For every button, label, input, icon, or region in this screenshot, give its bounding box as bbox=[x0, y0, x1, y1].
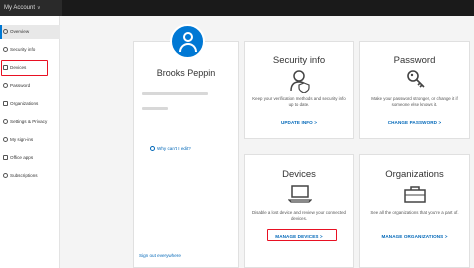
security-info-description: Keep your verification methods and secur… bbox=[252, 96, 346, 107]
key-icon bbox=[3, 173, 8, 178]
sidebar-item-password[interactable]: Password bbox=[0, 79, 60, 93]
sidebar-item-security-info[interactable]: Security info bbox=[0, 43, 60, 57]
why-link-label: Why can't I edit? bbox=[157, 146, 191, 151]
password-card: Password Make your password stronger, or… bbox=[359, 41, 470, 139]
sidebar-item-label: Devices bbox=[10, 65, 27, 70]
organizations-title: Organizations bbox=[385, 169, 444, 180]
manage-devices-label: MANAGE DEVICES bbox=[275, 234, 319, 239]
organizations-description: See all the organizations that you're a … bbox=[370, 210, 459, 215]
security-icon bbox=[3, 47, 8, 52]
manage-organizations-label: MANAGE ORGANIZATIONS bbox=[381, 234, 444, 239]
devices-title: Devices bbox=[282, 169, 316, 180]
organizations-card: Organizations See all the organizations … bbox=[359, 154, 470, 268]
chevron-right-icon: > bbox=[444, 234, 448, 239]
redacted-phone bbox=[142, 107, 168, 110]
person-icon bbox=[3, 29, 8, 34]
sidebar-item-subscriptions[interactable]: Subscriptions bbox=[0, 169, 60, 183]
sidebar-item-label: My sign-ins bbox=[10, 137, 34, 142]
devices-description: Disable a lost device and review your co… bbox=[252, 210, 346, 221]
laptop-icon bbox=[3, 65, 8, 70]
sidebar-item-label: Office apps bbox=[10, 155, 34, 160]
security-info-icon bbox=[290, 70, 310, 93]
app-title: My Account bbox=[4, 5, 36, 11]
devices-card: Devices Disable a lost device and review… bbox=[244, 154, 354, 268]
security-info-title: Security info bbox=[272, 55, 326, 66]
sidebar-item-organizations[interactable]: Organizations bbox=[0, 97, 60, 111]
change-password-link[interactable]: CHANGE PASSWORD > bbox=[360, 120, 469, 125]
redacted-email bbox=[142, 92, 208, 95]
sidebar-item-label: Subscriptions bbox=[10, 173, 38, 178]
manage-organizations-link[interactable]: MANAGE ORGANIZATIONS > bbox=[360, 234, 469, 239]
chevron-down-icon: ∨ bbox=[37, 5, 41, 11]
sidebar-item-label: Settings & Privacy bbox=[10, 119, 48, 124]
profile-name: Brooks Peppin bbox=[156, 68, 216, 78]
password-description: Make your password stronger, or change i… bbox=[371, 96, 458, 107]
sidebar: Overview Security info Devices Password … bbox=[0, 16, 60, 268]
update-info-label: UPDATE INFO bbox=[280, 120, 313, 125]
laptop-icon bbox=[288, 185, 312, 203]
password-title: Password bbox=[393, 55, 436, 66]
security-info-card: Security info Keep your verification met… bbox=[244, 41, 354, 139]
sidebar-item-settings-privacy[interactable]: Settings & Privacy bbox=[0, 115, 60, 129]
apps-icon bbox=[3, 155, 8, 160]
sidebar-item-label: Password bbox=[10, 83, 31, 88]
chevron-right-icon: > bbox=[319, 234, 323, 239]
chevron-right-icon: > bbox=[438, 120, 442, 125]
sign-out-everywhere-link[interactable]: Sign out everywhere bbox=[139, 253, 181, 258]
key-icon bbox=[3, 83, 8, 88]
avatar-head-icon bbox=[183, 32, 193, 42]
change-password-label: CHANGE PASSWORD bbox=[387, 120, 438, 125]
sidebar-item-label: Organizations bbox=[10, 101, 39, 106]
briefcase-icon bbox=[3, 101, 8, 106]
why-cant-i-edit-link[interactable]: Why can't I edit? bbox=[150, 146, 191, 152]
update-info-link[interactable]: UPDATE INFO > bbox=[245, 120, 353, 125]
key-icon bbox=[407, 70, 425, 88]
sidebar-item-overview[interactable]: Overview bbox=[0, 25, 60, 39]
avatar-body-icon bbox=[179, 43, 197, 52]
top-bar: My Account ∨ bbox=[0, 0, 474, 16]
sidebar-item-label: Overview bbox=[10, 29, 30, 34]
avatar[interactable] bbox=[170, 24, 205, 59]
help-icon bbox=[150, 146, 155, 152]
sidebar-item-office-apps[interactable]: Office apps bbox=[0, 151, 60, 165]
manage-devices-link[interactable]: MANAGE DEVICES > bbox=[245, 234, 353, 239]
app-title-menu[interactable]: My Account ∨ bbox=[0, 0, 62, 16]
key-icon bbox=[3, 137, 8, 142]
sidebar-item-my-sign-ins[interactable]: My sign-ins bbox=[0, 133, 60, 147]
sidebar-item-devices[interactable]: Devices bbox=[0, 61, 60, 75]
gear-icon bbox=[3, 119, 8, 124]
chevron-right-icon: > bbox=[314, 120, 318, 125]
briefcase-icon bbox=[404, 186, 426, 203]
sidebar-item-label: Security info bbox=[10, 47, 36, 52]
profile-card: Brooks Peppin Why can't I edit? Sign out… bbox=[133, 41, 239, 268]
